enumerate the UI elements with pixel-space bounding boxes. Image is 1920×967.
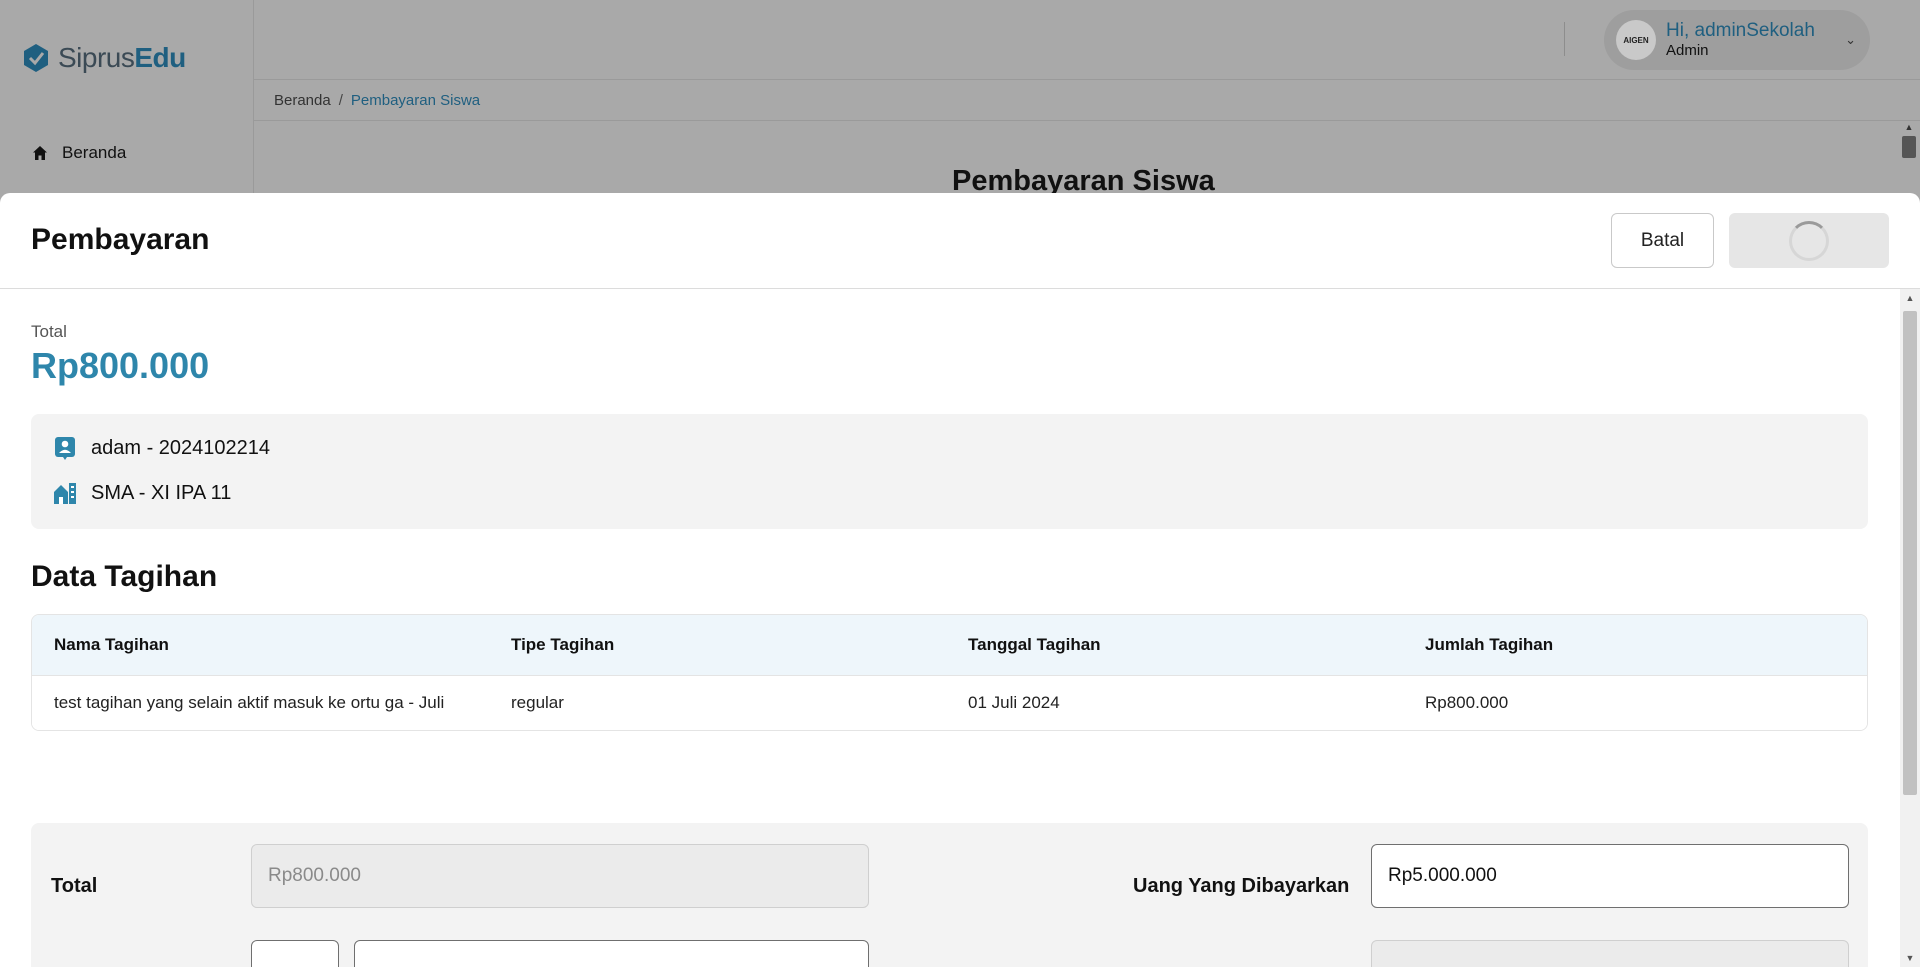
bills-table: Nama Tagihan Tipe Tagihan Tanggal Tagiha… [31,614,1868,731]
cell-jumlah-tagihan: Rp800.000 [1403,674,1867,730]
payment-modal: Pembayaran Batal Total Rp800.000 adam - … [0,193,1920,967]
contact-card-icon [55,437,75,460]
user-menu[interactable]: AIGEN Hi, adminSekolah Admin ⌄ [1604,10,1870,70]
student-class-row: SMA - XI IPA 11 [53,481,231,505]
modal-header: Pembayaran Batal [0,193,1920,289]
payment-method-select[interactable] [251,940,339,967]
student-name-nis: adam - 2024102214 [91,436,271,459]
column-header-jumlah-tagihan: Jumlah Tagihan [1403,615,1867,675]
student-class: SMA - XI IPA 11 [91,481,232,504]
breadcrumb-home[interactable]: Beranda [274,92,331,109]
page-scrollbar[interactable]: ▲ [1898,122,1920,192]
logo-text: SiprusEdu [58,42,186,73]
cancel-button[interactable]: Batal [1611,213,1714,268]
column-header-tanggal-tagihan: Tanggal Tagihan [946,615,1403,675]
scroll-up-icon[interactable]: ▲ [1900,293,1920,303]
scroll-thumb[interactable] [1902,136,1916,158]
total-amount: Rp800.000 [31,345,210,386]
submit-button[interactable] [1729,213,1889,268]
payment-total-label: Total [51,875,98,897]
user-role: Admin [1666,42,1709,60]
column-header-tipe-tagihan: Tipe Tagihan [489,615,946,675]
breadcrumb-current: Pembayaran Siswa [350,92,481,109]
top-header: AIGEN Hi, adminSekolah Admin ⌄ [254,0,1920,80]
breadcrumb-separator: / [338,92,343,109]
loading-spinner-icon [1789,220,1829,261]
payment-total-field [251,844,869,908]
sidebar-item-label: Beranda [62,143,127,162]
amount-paid-field[interactable] [1371,844,1849,908]
app-logo[interactable]: SiprusEdu [20,42,186,74]
breadcrumb-divider [254,120,1920,121]
payment-form-card: Total Uang Yang Dibayarkan [31,823,1868,967]
table-row: test tagihan yang selain aktif masuk ke … [32,674,1867,730]
modal-title: Pembayaran [31,223,210,256]
student-info-card: adam - 2024102214 SMA - XI IPA 11 [31,414,1868,529]
column-header-nama-tagihan: Nama Tagihan [32,615,489,675]
amount-paid-label: Uang Yang Dibayarkan [1133,875,1350,897]
modal-scrollbar[interactable]: ▲ ▼ [1900,289,1920,967]
cell-tipe-tagihan: regular [489,674,946,730]
avatar: AIGEN [1616,20,1656,60]
scroll-thumb[interactable] [1903,311,1917,795]
logo-icon [24,44,48,72]
table-header-row: Nama Tagihan Tipe Tagihan Tanggal Tagiha… [32,615,1867,675]
breadcrumb: Beranda / Pembayaran Siswa [274,92,480,109]
header-divider [1564,22,1565,56]
chevron-down-icon[interactable]: ⌄ [1845,32,1856,48]
school-building-icon [54,483,76,504]
modal-body: Total Rp800.000 adam - 2024102214 SMA - … [0,289,1900,967]
home-icon [33,146,47,160]
scroll-up-icon[interactable]: ▲ [1898,122,1920,132]
cell-tanggal-tagihan: 01 Juli 2024 [946,674,1403,730]
bills-section-title: Data Tagihan [31,560,218,593]
total-label: Total [31,322,67,341]
change-amount-field [1371,940,1849,967]
sidebar-item-beranda[interactable]: Beranda [32,143,126,163]
user-greeting: Hi, adminSekolah [1666,19,1815,41]
payment-detail-field[interactable] [354,940,869,967]
student-name-row: adam - 2024102214 [53,436,270,460]
cell-nama-tagihan: test tagihan yang selain aktif masuk ke … [32,674,489,730]
scroll-down-icon[interactable]: ▼ [1900,953,1920,963]
